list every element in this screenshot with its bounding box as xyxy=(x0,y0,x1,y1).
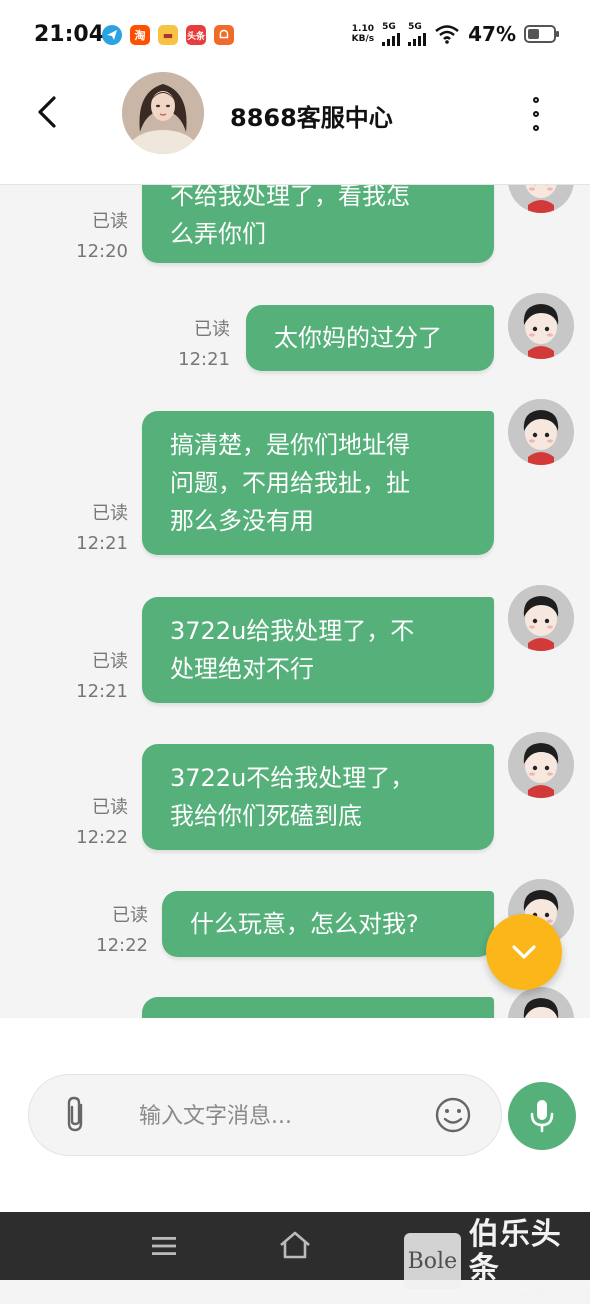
emoji-icon[interactable] xyxy=(433,1095,473,1135)
message-meta: 已读 12:20 xyxy=(60,207,128,267)
message-bubble[interactable] xyxy=(142,997,494,1018)
message-bubble[interactable]: 3722u给我处理了，不处理绝对不行 xyxy=(142,597,494,703)
read-status: 已读 xyxy=(60,647,128,677)
message-input[interactable] xyxy=(137,1095,421,1137)
user-avatar[interactable] xyxy=(508,732,574,798)
system-nav-bar: Bole 伯乐头条 bole90.com xyxy=(0,1212,590,1280)
chevron-down-icon xyxy=(511,944,537,960)
message-bubble[interactable]: 3722u不给我处理了，我给你们死磕到底 xyxy=(142,744,494,850)
message-input-box[interactable] xyxy=(28,1074,502,1156)
message-bubble[interactable]: 太你妈的过分了 xyxy=(246,305,494,371)
read-status: 已读 xyxy=(80,901,148,931)
watermark: Bole 伯乐头条 bole90.com xyxy=(404,1218,590,1304)
contact-avatar[interactable] xyxy=(122,72,204,154)
telegram-icon xyxy=(102,25,122,45)
signal-icon: 5G xyxy=(408,23,426,46)
read-status: 已读 xyxy=(60,793,128,823)
message-meta: 已读 12:21 xyxy=(160,315,230,375)
read-status: 已读 xyxy=(160,315,230,345)
taobao-icon: 淘 xyxy=(130,25,150,45)
message-meta: 已读 12:21 xyxy=(60,499,128,559)
user-avatar[interactable] xyxy=(508,185,574,213)
network-speed: 1.10 KB/s xyxy=(352,24,374,44)
user-avatar[interactable] xyxy=(508,585,574,651)
message-time: 12:21 xyxy=(60,529,128,559)
paperclip-icon[interactable] xyxy=(59,1095,95,1135)
signal-icon: 5G xyxy=(382,23,400,46)
app-icon: ᗝ xyxy=(214,25,234,45)
wifi-icon xyxy=(434,24,460,44)
battery-percent: 47% xyxy=(468,22,516,46)
read-status: 已读 xyxy=(60,207,128,237)
notification-icons: 淘 ▬ 头条 ᗝ xyxy=(102,25,234,45)
app-icon: ▬ xyxy=(158,25,178,45)
menu-icon[interactable] xyxy=(150,1234,178,1258)
message-time: 12:20 xyxy=(60,237,128,267)
message-time: 12:22 xyxy=(60,823,128,853)
message-list[interactable]: 已读 12:20 不给我处理了，看我怎么弄你们 已读 12:21 太你妈的过分了… xyxy=(0,185,590,1018)
message-time: 12:21 xyxy=(60,677,128,707)
user-avatar[interactable] xyxy=(508,399,574,465)
message-time: 12:22 xyxy=(80,931,148,961)
scroll-to-bottom-button[interactable] xyxy=(486,914,562,990)
message-meta: 已读 12:22 xyxy=(60,793,128,853)
status-time: 21:04 xyxy=(34,22,104,47)
composer xyxy=(0,1018,590,1212)
message-meta: 已读 12:21 xyxy=(60,647,128,707)
more-options-icon[interactable] xyxy=(526,94,546,134)
watermark-name: 伯乐头条 xyxy=(469,1218,590,1286)
message-bubble[interactable]: 不给我处理了，看我怎么弄你们 xyxy=(142,185,494,263)
back-arrow-icon[interactable] xyxy=(30,94,66,130)
battery-icon xyxy=(524,25,556,43)
chat-title: 8868客服中心 xyxy=(230,98,393,133)
read-status: 已读 xyxy=(60,499,128,529)
status-bar: 21:04 淘 ▬ 头条 ᗝ 1.10 KB/s 5G 5G 47% xyxy=(0,0,590,72)
message-time: 12:21 xyxy=(160,345,230,375)
message-bubble[interactable]: 搞清楚，是你们地址得问题，不用给我扯，扯那么多没有用 xyxy=(142,411,494,555)
message-meta: 已读 12:22 xyxy=(80,901,148,961)
watermark-url: bole90.com xyxy=(469,1286,590,1304)
user-avatar[interactable] xyxy=(508,293,574,359)
toutiao-icon: 头条 xyxy=(186,25,206,45)
voice-button[interactable] xyxy=(508,1082,576,1150)
user-avatar[interactable] xyxy=(508,987,574,1018)
chat-header: 8868客服中心 xyxy=(0,72,590,185)
watermark-logo: Bole xyxy=(404,1233,461,1289)
message-bubble[interactable]: 什么玩意，怎么对我? xyxy=(162,891,494,957)
microphone-icon xyxy=(528,1098,556,1134)
home-icon[interactable] xyxy=(278,1230,312,1260)
